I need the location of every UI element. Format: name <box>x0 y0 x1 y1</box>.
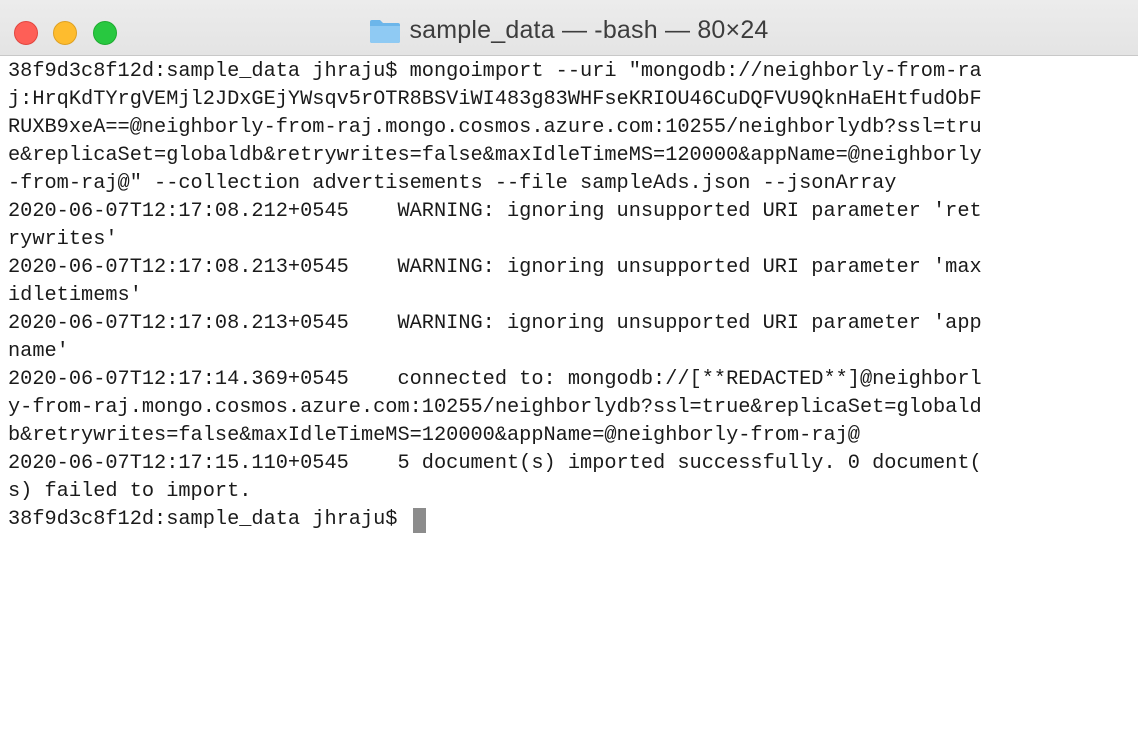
window-title-area: sample_data — -bash — 80×24 <box>0 16 1138 48</box>
terminal-output-line: b&retrywrites=false&maxIdleTimeMS=120000… <box>8 424 860 447</box>
folder-icon <box>369 18 401 44</box>
terminal-output-line: rywrites' <box>8 228 118 251</box>
terminal-output-line: RUXB9xeA==@neighborly-from-raj.mongo.cos… <box>8 116 982 139</box>
title-bar[interactable]: sample_data — -bash — 80×24 <box>0 0 1138 56</box>
window-title: sample_data — -bash — 80×24 <box>409 16 769 44</box>
shell-prompt: 38f9d3c8f12d:sample_data jhraju$ <box>8 508 410 531</box>
terminal-output-line: idletimems' <box>8 284 142 307</box>
terminal-window: sample_data — -bash — 80×24 38f9d3c8f12d… <box>0 0 1138 740</box>
prompt-line[interactable]: 38f9d3c8f12d:sample_data jhraju$ <box>8 506 1132 534</box>
terminal-content[interactable]: 38f9d3c8f12d:sample_data jhraju$ mongoim… <box>8 58 1132 738</box>
terminal-output-line: 2020-06-07T12:17:08.213+0545 WARNING: ig… <box>8 312 982 335</box>
terminal-output-line: y-from-raj.mongo.cosmos.azure.com:10255/… <box>8 396 982 419</box>
terminal-output-line: 2020-06-07T12:17:08.213+0545 WARNING: ig… <box>8 256 982 279</box>
terminal-output-line: e&replicaSet=globaldb&retrywrites=false&… <box>8 144 982 167</box>
terminal-output-line: j:HrqKdTYrgVEMjl2JDxGEjYWsqv5rOTR8BSViWI… <box>8 88 982 111</box>
terminal-output-line: 2020-06-07T12:17:15.110+0545 5 document(… <box>8 452 982 475</box>
terminal-output-line: -from-raj@" --collection advertisements … <box>8 172 897 195</box>
terminal-output-line: 2020-06-07T12:17:08.212+0545 WARNING: ig… <box>8 200 982 223</box>
text-cursor <box>412 507 426 533</box>
terminal-output-line: 2020-06-07T12:17:14.369+0545 connected t… <box>8 368 982 391</box>
terminal-output-line: s) failed to import. <box>8 480 252 503</box>
terminal-output-line: 38f9d3c8f12d:sample_data jhraju$ mongoim… <box>8 60 982 83</box>
terminal-output-line: name' <box>8 340 69 363</box>
